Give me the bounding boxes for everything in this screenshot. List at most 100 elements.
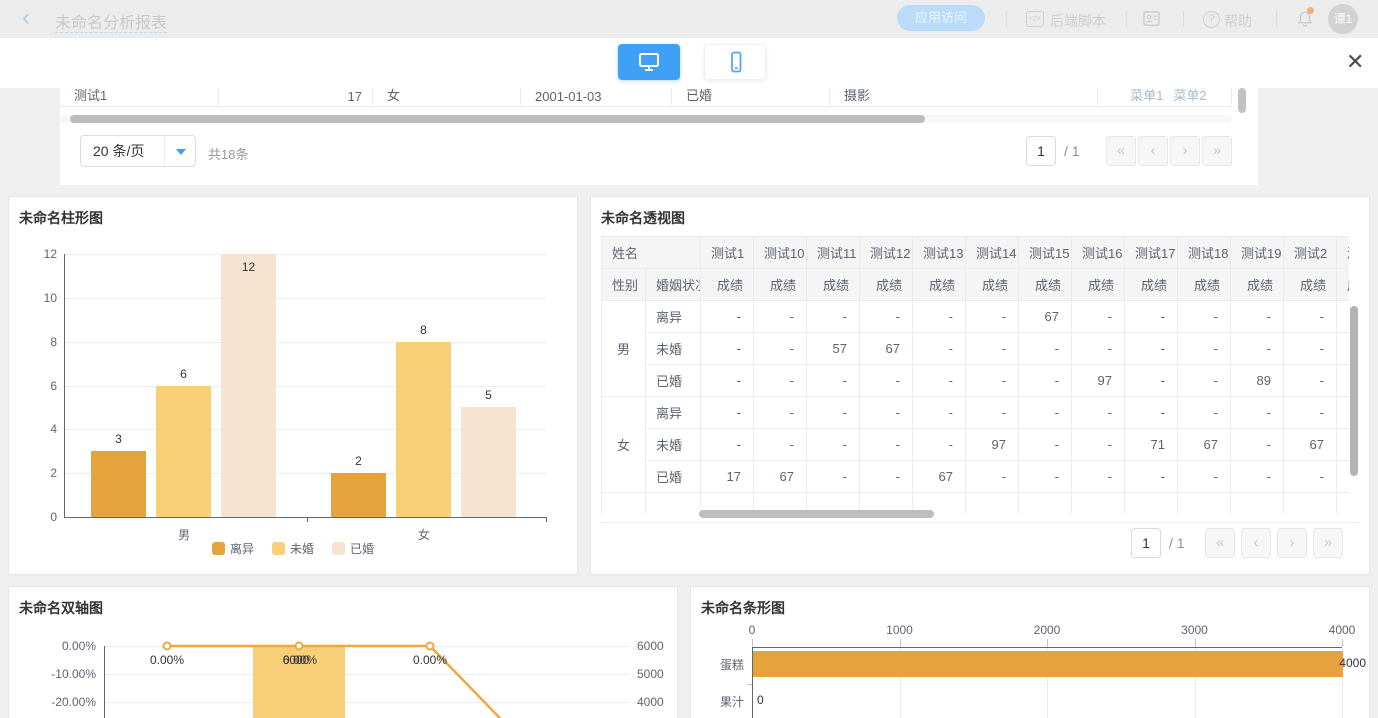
gridline <box>64 254 546 255</box>
pivot-cell: 测试10 <box>754 237 807 269</box>
pivot-cell: - <box>913 301 966 333</box>
column-chart-panel: 未命名柱形图 0246810123268125男女离异未婚已婚 <box>8 196 578 575</box>
line-series <box>9 587 677 718</box>
close-icon[interactable]: ✕ <box>1346 50 1364 74</box>
pivot-cell: - <box>966 397 1019 429</box>
pivot-cell: 已婚 <box>646 461 701 493</box>
pivot-cell: 测试13 <box>913 237 966 269</box>
pivot-cell: 测试11 <box>807 237 860 269</box>
pivot-cell: - <box>701 301 754 333</box>
pivot-cell: 成绩 <box>1231 269 1284 301</box>
pivot-cell: - <box>807 301 860 333</box>
pivot-cell: - <box>1072 397 1125 429</box>
x-axis-line <box>752 647 1342 648</box>
legend-label: 离异 <box>230 540 254 557</box>
bar-value-label: 5 <box>451 388 526 402</box>
x-tick-label: 4000 <box>1312 623 1370 637</box>
pivot-cell: 57 <box>807 333 860 365</box>
bar-value-label: 0 <box>757 693 797 707</box>
x-axis-tick <box>900 639 901 647</box>
pivot-cell: - <box>1284 461 1337 493</box>
table-cell: 2001-01-03 <box>521 88 672 106</box>
table-hscrollbar[interactable] <box>60 115 1232 123</box>
pivot-cell: - <box>860 461 913 493</box>
row-menu-link[interactable]: 菜单1 <box>1130 88 1163 104</box>
pivot-last-page-button[interactable]: » <box>1313 528 1343 558</box>
gridline <box>64 342 546 343</box>
y-tick-label: 8 <box>25 335 57 349</box>
line-point-label: 0.00% <box>400 653 460 667</box>
table-cell-actions: 菜单1 菜单2 <box>1098 88 1232 106</box>
pivot-cell: 97 <box>1072 365 1125 397</box>
pivot-cell: 测试15 <box>1019 237 1072 269</box>
pivot-cell: 成绩 <box>1125 269 1178 301</box>
pivot-cell <box>1072 493 1125 514</box>
avatar[interactable]: 谭1 <box>1328 4 1358 34</box>
pivot-cell: - <box>1072 461 1125 493</box>
apply-access-button[interactable]: 应用访问 <box>897 5 985 31</box>
bar-离异 <box>91 451 146 517</box>
pivot-cell: 67 <box>1019 301 1072 333</box>
legend-item-离异[interactable]: 离异 <box>212 540 254 557</box>
pivot-cell: 成绩 <box>701 269 754 301</box>
prev-page-button[interactable]: ‹ <box>1138 136 1168 166</box>
pivot-cell: - <box>1125 333 1178 365</box>
report-title: 未命名分析报表 <box>55 9 167 33</box>
desktop-view-button[interactable] <box>618 44 680 80</box>
pivot-cell <box>1337 333 1349 365</box>
mobile-view-button[interactable] <box>704 44 766 80</box>
pivot-next-page-button[interactable]: › <box>1277 528 1307 558</box>
legend-item-已婚[interactable]: 已婚 <box>332 540 374 557</box>
help-button[interactable]: 帮助 <box>1224 11 1252 31</box>
pivot-cell: - <box>807 429 860 461</box>
user-card-icon[interactable] <box>1142 9 1161 28</box>
pivot-cell: - <box>860 429 913 461</box>
horizontal-bar-chart: 01000200030004000蛋糕果汁40000 <box>691 587 1369 718</box>
legend-item-未婚[interactable]: 未婚 <box>272 540 314 557</box>
notification-badge <box>1307 7 1314 14</box>
x-axis-tick <box>1342 639 1343 647</box>
pivot-cell: - <box>1284 301 1337 333</box>
legend-label: 已婚 <box>350 540 374 557</box>
back-icon[interactable]: ‹ <box>22 4 30 32</box>
pivot-cell: - <box>1178 461 1231 493</box>
pivot-cell: - <box>1125 397 1178 429</box>
category-label: 果汁 <box>691 693 744 710</box>
page-size-select[interactable]: 20 条/页 <box>80 135 196 167</box>
pivot-hscrollbar[interactable] <box>699 510 934 518</box>
pivot-table: 姓名测试1测试10测试11测试12测试13测试14测试15测试16测试17测试1… <box>601 236 1349 513</box>
pivot-cell <box>1337 429 1349 461</box>
page-number-input[interactable]: 1 <box>1026 136 1056 166</box>
last-page-button[interactable]: » <box>1202 136 1232 166</box>
pivot-prev-page-button[interactable]: ‹ <box>1241 528 1271 558</box>
pivot-cell: 测试19 <box>1231 237 1284 269</box>
pivot-cell: - <box>1231 397 1284 429</box>
pivot-cell: 67 <box>754 461 807 493</box>
pivot-cell: - <box>860 397 913 429</box>
pivot-cell <box>602 493 646 514</box>
pivot-vscrollbar[interactable] <box>1350 306 1358 476</box>
bar-value-label: 6 <box>146 367 221 381</box>
pivot-title: 未命名透视图 <box>601 208 685 228</box>
pivot-cell: - <box>966 461 1019 493</box>
bar-value-label: 3 <box>81 432 156 446</box>
pivot-cell: - <box>1019 429 1072 461</box>
backend-script-button[interactable]: 后端脚本 <box>1050 11 1106 31</box>
first-page-button[interactable]: « <box>1106 136 1136 166</box>
bar-value-label: 8 <box>386 323 461 337</box>
data-table-panel: 测试117女2001-01-03已婚摄影菜单1菜单2 20 条/页 共18条 1… <box>60 88 1258 185</box>
row-menu-link[interactable]: 菜单2 <box>1174 88 1207 104</box>
pivot-first-page-button[interactable]: « <box>1205 528 1235 558</box>
pivot-panel: 未命名透视图 姓名测试1测试10测试11测试12测试13测试14测试15测试16… <box>590 196 1370 575</box>
x-tick-label: 2000 <box>1017 623 1077 637</box>
line-marker <box>164 643 171 650</box>
pivot-page-number-input[interactable]: 1 <box>1131 528 1161 558</box>
app-root: { "header": { "title": "未命名分析报表", "apply… <box>0 0 1378 718</box>
monitor-icon <box>637 50 661 74</box>
x-axis-tick <box>1195 639 1196 647</box>
next-page-button[interactable]: › <box>1170 136 1200 166</box>
bar-value-label: 2 <box>321 454 396 468</box>
pivot-cell: 婚姻状况 <box>646 269 701 301</box>
pivot-cell: - <box>754 365 807 397</box>
table-vscrollbar[interactable] <box>1238 88 1247 114</box>
